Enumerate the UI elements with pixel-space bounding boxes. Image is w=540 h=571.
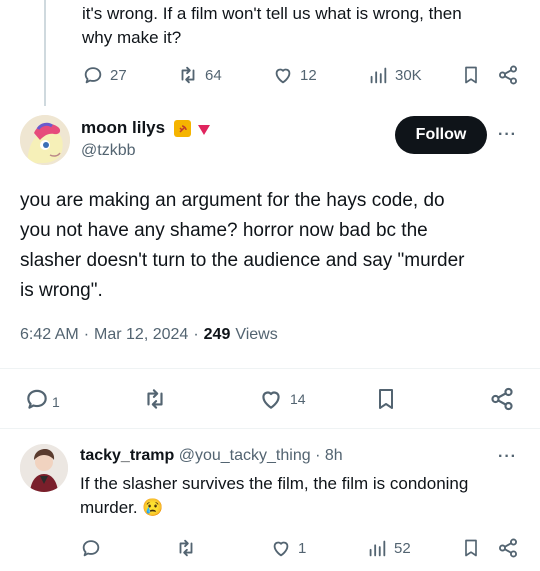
retweet-icon [147, 389, 163, 409]
reply-display-name[interactable]: tacky_tramp [80, 447, 174, 464]
reply-handle[interactable]: @you_tacky_thing [179, 447, 311, 464]
prev-reply-count: 27 [110, 66, 127, 84]
follow-button[interactable]: Follow [395, 116, 487, 154]
like-icon [262, 391, 280, 409]
share-icon [499, 538, 517, 558]
display-name[interactable]: moon lilys [81, 118, 165, 138]
views-icon [370, 67, 387, 84]
reply-reply-button[interactable] [80, 537, 102, 559]
reply-icon [84, 67, 102, 84]
reply-avatar[interactable] [20, 444, 68, 492]
reply-count: 1 [52, 394, 60, 410]
reply-like-button[interactable]: 1 [270, 537, 306, 559]
bookmark-icon [379, 389, 393, 409]
bookmark-icon [465, 66, 477, 84]
reply-header: tacky_tramp @you_tacky_thing · 8h [80, 447, 343, 465]
avatar[interactable] [20, 115, 70, 165]
reply-views-button[interactable]: 52 [366, 537, 411, 559]
share-icon [491, 387, 513, 411]
country-flag-icon [174, 120, 191, 137]
like-icon [275, 68, 291, 84]
reply-like-count: 1 [298, 539, 307, 557]
reply-retweet-button[interactable] [175, 537, 197, 559]
handle[interactable]: @tzkbb [81, 142, 135, 160]
prev-views-button[interactable]: 30K [367, 64, 422, 86]
meta-separator: · [83, 326, 90, 343]
views-label: Views [235, 326, 278, 343]
tweet-date[interactable]: Mar 12, 2024 [94, 326, 188, 344]
bookmark-icon [465, 539, 477, 557]
tweet-text-line4: is wrong". [20, 280, 103, 301]
prev-like-button[interactable]: 12 [272, 64, 317, 86]
views-icon [369, 540, 386, 557]
prev-retweet-count: 64 [205, 66, 222, 84]
reply-share-button[interactable] [497, 537, 519, 559]
reply-text-line1: If the slasher survives the film, the fi… [80, 474, 469, 493]
divider [0, 428, 540, 429]
reply-more-icon[interactable]: ··· [498, 448, 517, 466]
reply-bookmark-button[interactable] [461, 537, 481, 559]
triangle-badge-icon [197, 123, 211, 141]
tweet-text-line1: you are making an argument for the hays … [20, 190, 445, 211]
tweet-time[interactable]: 6:42 AM [20, 326, 79, 344]
views-count: 249 [203, 326, 231, 343]
like-count: 14 [290, 391, 306, 407]
prev-views-count: 30K [395, 66, 422, 84]
like-button[interactable]: 14 [258, 386, 306, 412]
meta-separator: · [193, 326, 199, 343]
tweet-text-line3: slasher doesn't turn to the audience and… [20, 250, 465, 271]
reply-time[interactable]: · 8h [315, 447, 343, 464]
more-icon[interactable]: ··· [498, 126, 517, 144]
prev-tweet-text-line2: why make it? [82, 28, 182, 47]
reply-icon [27, 389, 47, 409]
share-icon [499, 65, 517, 85]
retweet-icon [181, 66, 195, 84]
tweet-meta: 6:42 AM · Mar 12, 2024 · 249 Views [20, 326, 278, 344]
retweet-icon [179, 539, 193, 557]
like-icon [273, 541, 289, 557]
thread-connector-line [44, 0, 46, 106]
pony-avatar-image [20, 115, 70, 165]
reply-text-line2: murder. 😢 [80, 498, 164, 517]
prev-share-button[interactable] [497, 64, 519, 86]
reply-avatar-image [20, 444, 68, 492]
retweet-button[interactable] [142, 386, 168, 412]
reply-button[interactable]: 1 [24, 386, 60, 412]
prev-tweet-text-line1: it's wrong. If a film won't tell us what… [82, 4, 462, 23]
prev-like-count: 12 [300, 66, 317, 84]
reply-icon [82, 540, 100, 557]
prev-reply-button[interactable]: 27 [82, 64, 127, 86]
prev-bookmark-button[interactable] [461, 64, 481, 86]
share-button[interactable] [489, 386, 515, 412]
tweet-text-line2: you not have any shame? horror now bad b… [20, 220, 428, 241]
divider [0, 368, 540, 369]
prev-retweet-button[interactable]: 64 [177, 64, 222, 86]
reply-views-count: 52 [394, 539, 411, 557]
bookmark-button[interactable] [374, 386, 398, 412]
